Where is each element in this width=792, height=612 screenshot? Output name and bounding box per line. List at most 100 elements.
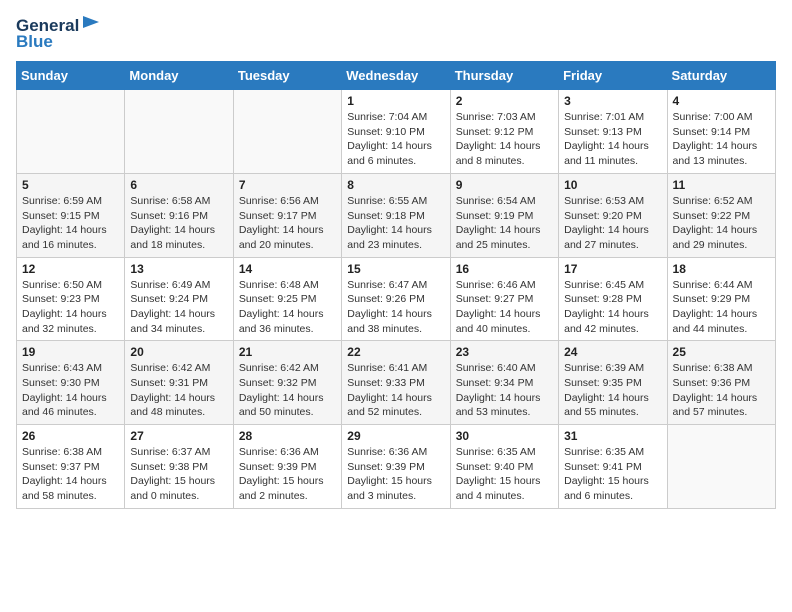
calendar-cell: 28 Sunrise: 6:36 AMSunset: 9:39 PMDayligh…	[233, 425, 341, 509]
weekday-header-sunday: Sunday	[17, 62, 125, 90]
day-number: 12	[22, 262, 119, 276]
day-info: Sunrise: 6:55 AMSunset: 9:18 PMDaylight:…	[347, 194, 444, 253]
calendar-cell: 4 Sunrise: 7:00 AMSunset: 9:14 PMDaylight…	[667, 90, 775, 174]
day-number: 7	[239, 178, 336, 192]
day-info: Sunrise: 6:44 AMSunset: 9:29 PMDaylight:…	[673, 278, 770, 337]
calendar-cell	[17, 90, 125, 174]
calendar-cell: 23 Sunrise: 6:40 AMSunset: 9:34 PMDayligh…	[450, 341, 558, 425]
weekday-header-thursday: Thursday	[450, 62, 558, 90]
day-info: Sunrise: 6:40 AMSunset: 9:34 PMDaylight:…	[456, 361, 553, 420]
day-info: Sunrise: 6:43 AMSunset: 9:30 PMDaylight:…	[22, 361, 119, 420]
calendar-cell: 3Sunrise: 7:01 AMSunset: 9:13 PMDaylight…	[559, 90, 667, 174]
day-info: Sunrise: 6:49 AMSunset: 9:24 PMDaylight:…	[130, 278, 227, 337]
day-info: Sunrise: 6:37 AMSunset: 9:38 PMDaylight:…	[130, 445, 227, 504]
day-info: Sunrise: 6:48 AMSunset: 9:25 PMDaylight:…	[239, 278, 336, 337]
calendar-week-row: 5Sunrise: 6:59 AMSunset: 9:15 PMDaylight…	[17, 173, 776, 257]
page-header: General Blue	[16, 16, 776, 51]
calendar-cell: 22 Sunrise: 6:41 AMSunset: 9:33 PMDayligh…	[342, 341, 450, 425]
calendar-week-row: 12 Sunrise: 6:50 AMSunset: 9:23 PMDayligh…	[17, 257, 776, 341]
day-number: 4	[673, 94, 770, 108]
weekday-header-wednesday: Wednesday	[342, 62, 450, 90]
calendar-cell: 30 Sunrise: 6:35 AMSunset: 9:40 PMDayligh…	[450, 425, 558, 509]
day-number: 19	[22, 345, 119, 359]
logo: General Blue	[16, 16, 101, 51]
day-info: Sunrise: 6:56 AMSunset: 9:17 PMDaylight:…	[239, 194, 336, 253]
day-number: 8	[347, 178, 444, 192]
calendar-cell	[233, 90, 341, 174]
day-number: 16	[456, 262, 553, 276]
day-info: Sunrise: 6:42 AMSunset: 9:32 PMDaylight:…	[239, 361, 336, 420]
logo-container: General Blue	[16, 16, 101, 51]
calendar-cell: 7 Sunrise: 6:56 AMSunset: 9:17 PMDaylight…	[233, 173, 341, 257]
calendar-cell: 18 Sunrise: 6:44 AMSunset: 9:29 PMDayligh…	[667, 257, 775, 341]
calendar-week-row: 19 Sunrise: 6:43 AMSunset: 9:30 PMDayligh…	[17, 341, 776, 425]
day-info: Sunrise: 6:36 AMSunset: 9:39 PMDaylight:…	[347, 445, 444, 504]
weekday-header-friday: Friday	[559, 62, 667, 90]
day-number: 11	[673, 178, 770, 192]
day-info: Sunrise: 7:00 AMSunset: 9:14 PMDaylight:…	[673, 110, 770, 169]
day-number: 9	[456, 178, 553, 192]
day-info: Sunrise: 6:36 AMSunset: 9:39 PMDaylight:…	[239, 445, 336, 504]
calendar-cell: 9 Sunrise: 6:54 AMSunset: 9:19 PMDaylight…	[450, 173, 558, 257]
calendar-cell: 26Sunrise: 6:38 AMSunset: 9:37 PMDayligh…	[17, 425, 125, 509]
day-info: Sunrise: 6:41 AMSunset: 9:33 PMDaylight:…	[347, 361, 444, 420]
calendar-cell: 19 Sunrise: 6:43 AMSunset: 9:30 PMDayligh…	[17, 341, 125, 425]
day-number: 10	[564, 178, 661, 192]
calendar-cell	[667, 425, 775, 509]
calendar-cell: 17Sunrise: 6:45 AMSunset: 9:28 PMDayligh…	[559, 257, 667, 341]
calendar-cell: 27Sunrise: 6:37 AMSunset: 9:38 PMDayligh…	[125, 425, 233, 509]
day-number: 24	[564, 345, 661, 359]
calendar-cell: 1 Sunrise: 7:04 AMSunset: 9:10 PMDaylight…	[342, 90, 450, 174]
day-number: 14	[239, 262, 336, 276]
calendar-cell: 5Sunrise: 6:59 AMSunset: 9:15 PMDaylight…	[17, 173, 125, 257]
day-info: Sunrise: 6:38 AMSunset: 9:36 PMDaylight:…	[673, 361, 770, 420]
day-number: 3	[564, 94, 661, 108]
day-number: 25	[673, 345, 770, 359]
weekday-header-monday: Monday	[125, 62, 233, 90]
logo-flag-icon	[81, 14, 101, 34]
day-number: 23	[456, 345, 553, 359]
calendar-cell: 25 Sunrise: 6:38 AMSunset: 9:36 PMDayligh…	[667, 341, 775, 425]
day-info: Sunrise: 7:03 AMSunset: 9:12 PMDaylight:…	[456, 110, 553, 169]
day-info: Sunrise: 6:39 AMSunset: 9:35 PMDaylight:…	[564, 361, 661, 420]
calendar-cell: 8 Sunrise: 6:55 AMSunset: 9:18 PMDaylight…	[342, 173, 450, 257]
day-number: 22	[347, 345, 444, 359]
calendar-cell: 31Sunrise: 6:35 AMSunset: 9:41 PMDayligh…	[559, 425, 667, 509]
calendar-cell: 21 Sunrise: 6:42 AMSunset: 9:32 PMDayligh…	[233, 341, 341, 425]
day-info: Sunrise: 6:54 AMSunset: 9:19 PMDaylight:…	[456, 194, 553, 253]
calendar-cell: 6Sunrise: 6:58 AMSunset: 9:16 PMDaylight…	[125, 173, 233, 257]
day-number: 2	[456, 94, 553, 108]
calendar-cell: 2 Sunrise: 7:03 AMSunset: 9:12 PMDaylight…	[450, 90, 558, 174]
day-number: 20	[130, 345, 227, 359]
calendar-cell: 16Sunrise: 6:46 AMSunset: 9:27 PMDayligh…	[450, 257, 558, 341]
weekday-header-row: SundayMondayTuesdayWednesdayThursdayFrid…	[17, 62, 776, 90]
calendar-cell: 15Sunrise: 6:47 AMSunset: 9:26 PMDayligh…	[342, 257, 450, 341]
day-number: 21	[239, 345, 336, 359]
calendar-cell	[125, 90, 233, 174]
day-number: 6	[130, 178, 227, 192]
calendar-cell: 24 Sunrise: 6:39 AMSunset: 9:35 PMDayligh…	[559, 341, 667, 425]
day-info: Sunrise: 6:52 AMSunset: 9:22 PMDaylight:…	[673, 194, 770, 253]
day-info: Sunrise: 6:47 AMSunset: 9:26 PMDaylight:…	[347, 278, 444, 337]
day-number: 29	[347, 429, 444, 443]
day-info: Sunrise: 6:53 AMSunset: 9:20 PMDaylight:…	[564, 194, 661, 253]
calendar-cell: 10 Sunrise: 6:53 AMSunset: 9:20 PMDayligh…	[559, 173, 667, 257]
day-info: Sunrise: 6:42 AMSunset: 9:31 PMDaylight:…	[130, 361, 227, 420]
day-number: 13	[130, 262, 227, 276]
day-info: Sunrise: 6:35 AMSunset: 9:40 PMDaylight:…	[456, 445, 553, 504]
calendar-cell: 11 Sunrise: 6:52 AMSunset: 9:22 PMDayligh…	[667, 173, 775, 257]
calendar-week-row: 26Sunrise: 6:38 AMSunset: 9:37 PMDayligh…	[17, 425, 776, 509]
weekday-header-saturday: Saturday	[667, 62, 775, 90]
day-info: Sunrise: 6:38 AMSunset: 9:37 PMDaylight:…	[22, 445, 119, 504]
day-info: Sunrise: 7:04 AMSunset: 9:10 PMDaylight:…	[347, 110, 444, 169]
calendar-cell: 14 Sunrise: 6:48 AMSunset: 9:25 PMDayligh…	[233, 257, 341, 341]
day-info: Sunrise: 6:35 AMSunset: 9:41 PMDaylight:…	[564, 445, 661, 504]
weekday-header-tuesday: Tuesday	[233, 62, 341, 90]
day-info: Sunrise: 6:50 AMSunset: 9:23 PMDaylight:…	[22, 278, 119, 337]
day-number: 1	[347, 94, 444, 108]
day-number: 18	[673, 262, 770, 276]
calendar-cell: 12 Sunrise: 6:50 AMSunset: 9:23 PMDayligh…	[17, 257, 125, 341]
day-number: 28	[239, 429, 336, 443]
day-number: 30	[456, 429, 553, 443]
day-info: Sunrise: 6:59 AMSunset: 9:15 PMDaylight:…	[22, 194, 119, 253]
